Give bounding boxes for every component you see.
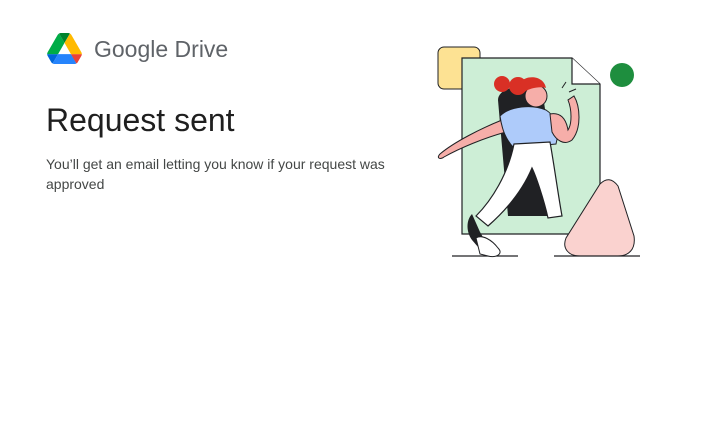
green-dot <box>610 63 634 87</box>
confirmation-message: You’ll get an email letting you know if … <box>46 156 385 192</box>
product-name: Google Drive <box>94 35 229 62</box>
request-sent-page: Google Drive Request sent You’ll get an … <box>0 0 718 429</box>
person-hair-bun-1 <box>494 76 510 92</box>
person-walking-through-document-illustration <box>437 46 640 257</box>
person-shoe-front <box>475 236 501 257</box>
brand-header: Google Drive <box>47 33 228 64</box>
page-title: Request sent <box>46 102 235 138</box>
google-drive-logo-icon <box>47 33 82 64</box>
